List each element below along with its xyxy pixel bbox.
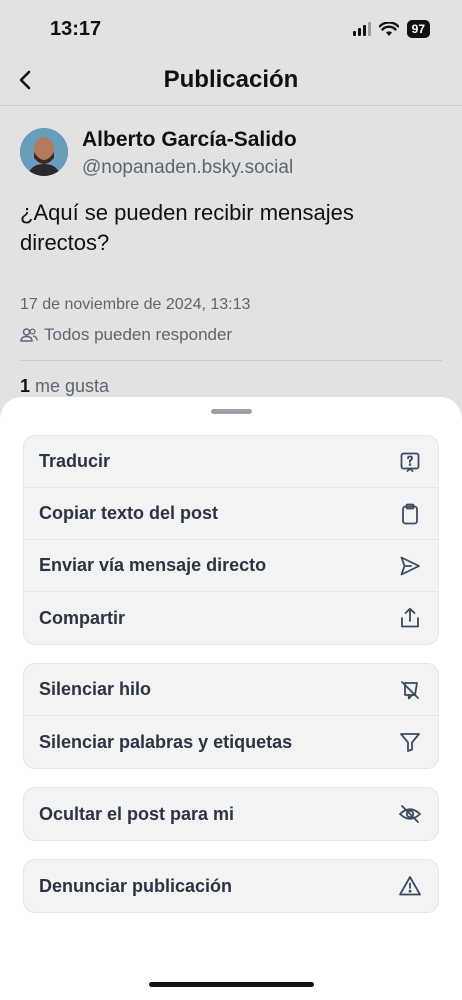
wifi-icon (378, 21, 399, 36)
warning-icon (398, 874, 422, 898)
menu-item-mute-thread[interactable]: Silenciar hilo (24, 664, 438, 716)
likes-label: me gusta (35, 376, 110, 396)
menu-group-hide: Ocultar el post para mi (23, 787, 439, 841)
status-time: 13:17 (50, 18, 102, 40)
author-handle[interactable]: @nopanaden.bsky.social (82, 157, 293, 179)
share-icon (398, 606, 422, 630)
likes-count[interactable]: 1 me gusta (20, 376, 109, 397)
filter-icon (398, 730, 422, 754)
menu-item-label: Enviar vía mensaje directo (39, 555, 267, 575)
menu-item-label: Denunciar publicación (39, 875, 233, 896)
cellular-signal-icon (352, 22, 371, 36)
post-date: 17 de noviembre de 2024, 13:13 (20, 296, 251, 313)
menu-item-label: Silenciar palabras y etiquetas (39, 731, 293, 752)
menu-item-label: Compartir (39, 607, 126, 628)
mute-thread-icon (398, 678, 422, 702)
menu-item-label: Copiar texto del post (39, 503, 219, 523)
eye-slash-icon (398, 802, 422, 826)
clipboard-icon (398, 502, 422, 526)
status-icons: 97 (352, 20, 430, 38)
menu-item-send-dm[interactable]: Enviar vía mensaje directo (24, 540, 438, 592)
author-name[interactable]: Alberto García-Salido (82, 128, 297, 152)
reply-setting-label: Todos pueden responder (44, 325, 233, 344)
page-title: Publicación (163, 66, 299, 93)
battery-indicator: 97 (406, 20, 430, 38)
post-text: ¿Aquí se pueden recibir mensajes directo… (20, 200, 354, 255)
menu-item-translate[interactable]: Traducir (24, 436, 438, 488)
menu-group-report: Denunciar publicación (23, 859, 439, 913)
menu-item-report[interactable]: Denunciar publicación (24, 860, 438, 912)
menu-item-label: Silenciar hilo (39, 679, 152, 699)
menu-item-mute-words[interactable]: Silenciar palabras y etiquetas (24, 716, 438, 768)
send-icon (398, 554, 422, 578)
divider (20, 360, 442, 361)
post-options-sheet: Traducir Copiar texto del post Enviar ví… (0, 397, 462, 1000)
menu-item-copy-text[interactable]: Copiar texto del post (24, 488, 438, 540)
nav-bar: Publicación (0, 60, 462, 106)
reply-setting: Todos pueden responder (20, 325, 232, 345)
home-indicator[interactable] (149, 982, 314, 987)
menu-item-label: Traducir (39, 451, 111, 471)
avatar[interactable] (20, 128, 68, 176)
menu-group-actions: Traducir Copiar texto del post Enviar ví… (23, 435, 439, 645)
status-bar: 13:17 97 (0, 0, 462, 60)
menu-item-label: Ocultar el post para mi (39, 803, 235, 824)
menu-item-share[interactable]: Compartir (24, 592, 438, 644)
likes-number: 1 (20, 376, 31, 396)
menu-group-mute: Silenciar hilo Silenciar palabras y etiq… (23, 663, 439, 769)
menu-item-hide-post[interactable]: Ocultar el post para mi (24, 788, 438, 840)
people-icon (20, 328, 38, 342)
sheet-grabber[interactable] (211, 409, 252, 414)
back-chevron-icon[interactable] (16, 66, 36, 94)
translate-icon (398, 450, 422, 474)
